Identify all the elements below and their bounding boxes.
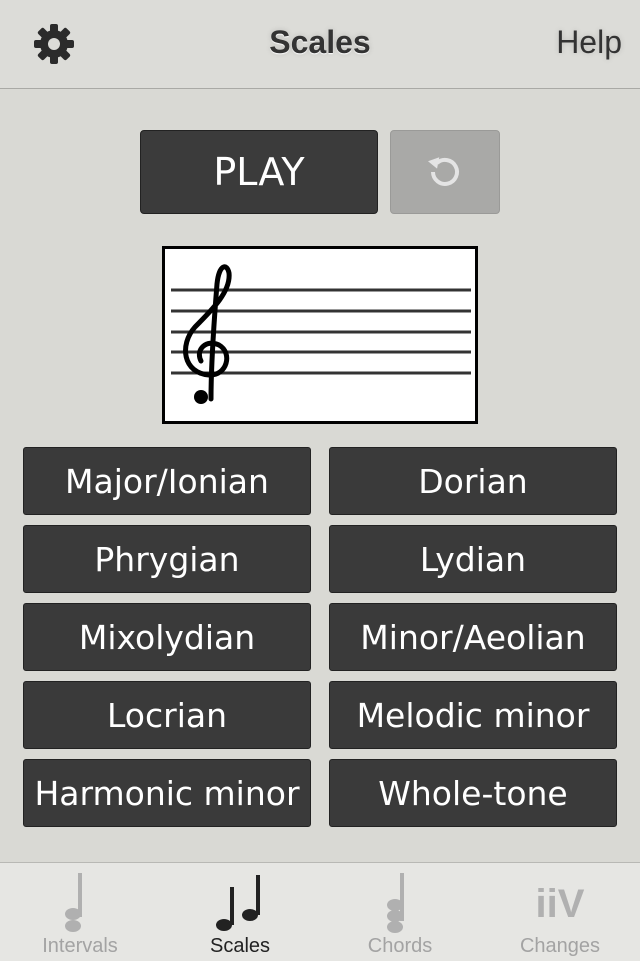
tab-label-changes: Changes xyxy=(519,935,601,957)
scale-button-mixolydian[interactable]: Mixolydian xyxy=(23,603,311,671)
play-button[interactable]: PLAY xyxy=(140,130,378,214)
staff-lines xyxy=(171,264,471,404)
scale-button-phrygian[interactable]: Phrygian xyxy=(23,525,311,593)
scale-button-minor-aeolian[interactable]: Minor/Aeolian xyxy=(329,603,617,671)
scale-button-major-ionian[interactable]: Major/Ionian xyxy=(23,447,311,515)
scale-button-locrian[interactable]: Locrian xyxy=(23,681,311,749)
tab-scales[interactable]: Scales xyxy=(160,863,320,961)
interval-note-icon xyxy=(65,873,82,932)
iiv-icon: iiV xyxy=(536,882,585,926)
treble-clef-icon xyxy=(183,264,232,404)
scale-button-whole-tone[interactable]: Whole-tone xyxy=(329,759,617,827)
svg-text:iiV: iiV xyxy=(536,882,585,926)
tab-label-scales: Scales xyxy=(209,935,271,957)
help-button[interactable]: Help xyxy=(556,24,622,61)
tab-changes[interactable]: iiV Changes xyxy=(480,863,640,961)
tab-label-chords: Chords xyxy=(367,935,433,957)
scale-button-melodic-minor[interactable]: Melodic minor xyxy=(329,681,617,749)
music-staff xyxy=(162,246,478,424)
tab-chords[interactable]: Chords xyxy=(320,863,480,961)
chord-notes-icon xyxy=(387,873,404,933)
navigation-bar: Scales Help xyxy=(0,0,640,89)
scale-button-harmonic-minor[interactable]: Harmonic minor xyxy=(23,759,311,827)
scale-notes-icon xyxy=(216,875,260,931)
tab-label-intervals: Intervals xyxy=(42,935,118,957)
scale-button-dorian[interactable]: Dorian xyxy=(329,447,617,515)
replay-icon xyxy=(427,157,459,186)
tab-intervals[interactable]: Intervals xyxy=(0,863,160,961)
page-title: Scales xyxy=(269,24,371,60)
tab-bar: Intervals Scales Chords iiV Changes xyxy=(0,862,640,961)
replay-button[interactable] xyxy=(390,130,500,214)
scale-button-lydian[interactable]: Lydian xyxy=(329,525,617,593)
